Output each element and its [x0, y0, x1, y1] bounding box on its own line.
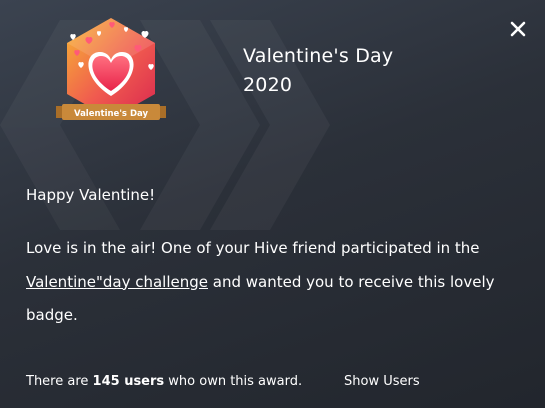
- badge-title-line2: 2020: [243, 74, 293, 96]
- badge-title-line1: Valentine's Day: [243, 45, 394, 67]
- close-icon: [510, 21, 526, 37]
- badge-ribbon-text: Valentine's Day: [74, 109, 149, 119]
- owner-count-text: There are 145 users who own this award.: [26, 374, 302, 389]
- owner-count-suffix: who own this award.: [164, 374, 303, 389]
- close-button[interactable]: [507, 18, 529, 40]
- challenge-link[interactable]: Valentine"day challenge: [26, 273, 208, 291]
- award-modal: Valentine's Day Valentine's Day 2020 Hap…: [0, 0, 545, 408]
- greeting-text: Happy Valentine!: [26, 186, 156, 204]
- award-message: Love is in the air! One of your Hive fri…: [26, 232, 531, 333]
- show-users-button[interactable]: Show Users: [344, 374, 420, 389]
- owner-count: 145 users: [92, 374, 165, 389]
- owner-count-prefix: There are: [26, 374, 93, 389]
- badge-title: Valentine's Day 2020: [243, 42, 393, 100]
- valentines-badge: Valentine's Day: [52, 12, 170, 130]
- message-part1: Love is in the air! One of your Hive fri…: [26, 239, 480, 257]
